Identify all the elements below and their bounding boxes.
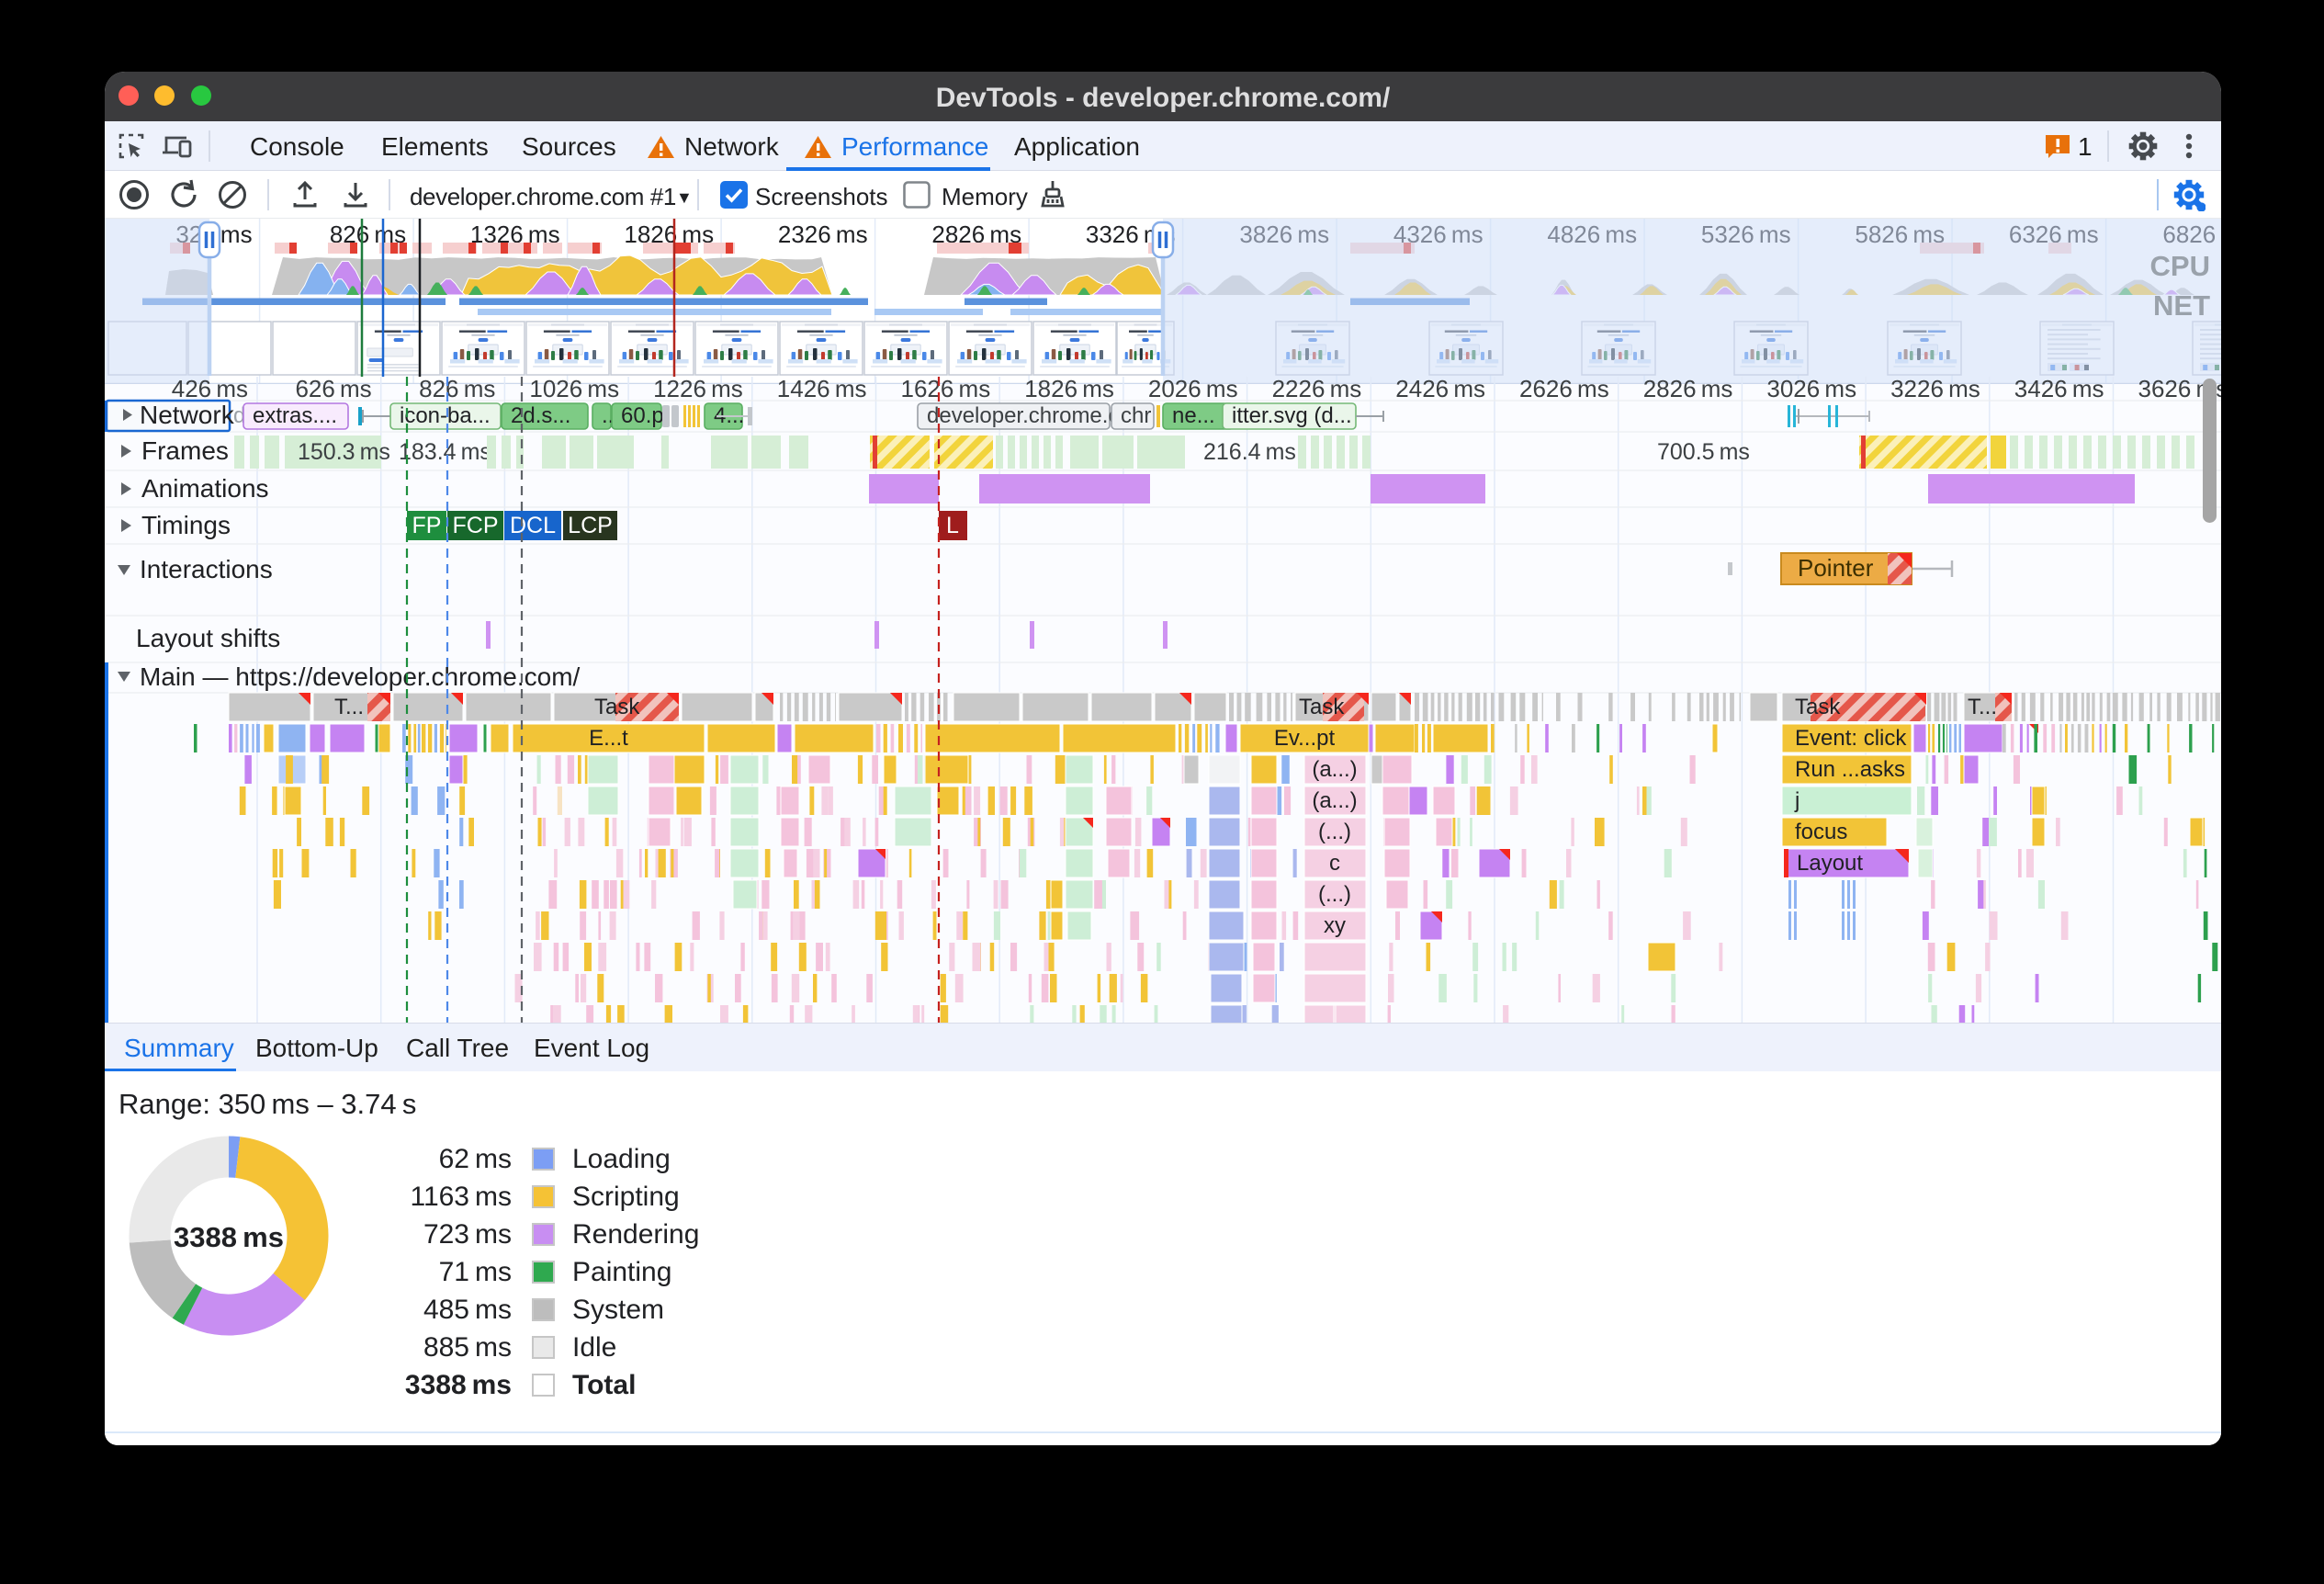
svg-text:NET: NET [2153,289,2210,322]
svg-text:icon-ba...: icon-ba... [400,403,491,428]
svg-text:1226 ms: 1226 ms [653,375,743,402]
svg-text:3388 ms: 3388 ms [174,1221,284,1253]
svg-text:426 ms: 426 ms [172,375,248,402]
svg-text:(a...): (a...) [1312,788,1357,813]
svg-text:DCL: DCL [510,513,556,538]
svg-text:focus: focus [1795,820,1847,844]
svg-text:Layout: Layout [1797,851,1863,876]
svg-text:1826 ms: 1826 ms [1024,375,1114,402]
svg-text:1626 ms: 1626 ms [900,375,990,402]
svg-text:Interactions: Interactions [140,555,273,583]
svg-text:2426 ms: 2426 ms [1395,375,1485,402]
svg-text:216.4 ms: 216.4 ms [1203,439,1296,465]
svg-text:(...): (...) [1318,820,1351,844]
svg-text:T...: T... [1968,695,1997,719]
svg-text:Run ...asks: Run ...asks [1795,757,1905,782]
svg-text:j: j [1794,788,1799,813]
svg-text:1426 ms: 1426 ms [777,375,867,402]
svg-text:Ev...pt: Ev...pt [1274,726,1336,751]
svg-text:3026 ms: 3026 ms [1766,375,1856,402]
svg-text:2d.s...: 2d.s... [511,403,570,428]
svg-text:c: c [1329,851,1340,876]
svg-text:(...): (...) [1318,882,1351,907]
svg-text:Layout shifts: Layout shifts [136,624,280,652]
svg-text:700.5 ms: 700.5 ms [1657,439,1750,465]
svg-text:150.3 ms: 150.3 ms [298,439,390,465]
svg-text:Task: Task [1299,695,1345,719]
svg-text:Frames: Frames [141,436,229,465]
svg-text:E...t: E...t [589,726,628,751]
svg-text:xy: xy [1324,913,1346,938]
svg-text:developer.chrome.c: developer.chrome.c [927,403,1119,428]
svg-text:(a...): (a...) [1312,757,1357,782]
svg-text:Network: Network [140,401,235,429]
svg-text:ne...: ne... [1172,403,1215,428]
svg-text:626 ms: 626 ms [295,375,371,402]
svg-text:T...: T... [334,695,364,719]
svg-text:2826 ms: 2826 ms [1643,375,1733,402]
svg-text:2026 ms: 2026 ms [1148,375,1238,402]
svg-text:826 ms: 826 ms [419,375,495,402]
svg-text:Pointer: Pointer [1798,554,1874,582]
svg-text:Main — https://developer.chrom: Main — https://developer.chrome.com/ [140,662,581,691]
svg-text:FCP: FCP [453,513,499,538]
svg-text:Animations: Animations [141,474,269,503]
svg-text:CPU: CPU [2150,250,2210,282]
svg-text:chr: chr [1121,403,1151,428]
svg-text:extras....: extras.... [253,403,337,428]
svg-text:Event: click: Event: click [1795,726,1907,751]
svg-text:1026 ms: 1026 ms [529,375,619,402]
svg-text:3426 ms: 3426 ms [2014,375,2104,402]
svg-text:3226 ms: 3226 ms [1890,375,1980,402]
svg-text:LCP: LCP [568,513,613,538]
svg-text:Task: Task [594,695,640,719]
svg-text:2326 ms: 2326 ms [778,221,868,248]
svg-text:2626 ms: 2626 ms [1519,375,1609,402]
svg-text:Task: Task [1795,695,1841,719]
svg-text:itter.svg (d...: itter.svg (d... [1232,403,1352,428]
svg-text:Timings: Timings [141,511,231,539]
svg-text:2226 ms: 2226 ms [1272,375,1362,402]
svg-text:FP: FP [412,513,442,538]
svg-text:183.4 ms: 183.4 ms [399,439,491,465]
svg-text:L: L [946,513,959,538]
